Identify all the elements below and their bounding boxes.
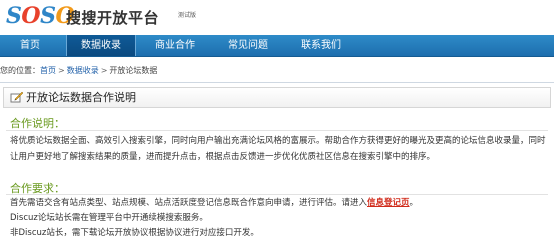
cooperation-description: 将优质论坛数据全面、高效引入搜索引擎，同时向用户输出充满论坛风格的富展示。帮助合…	[10, 136, 546, 162]
nav-home[interactable]: 首页	[0, 35, 60, 56]
page-title-box: 开放论坛数据合作说明	[3, 87, 551, 108]
breadcrumb-separator: >	[58, 66, 65, 75]
nav-data-inclusion[interactable]: 数据收录	[66, 35, 136, 56]
requirement-item: Discuz论坛站长需在管理平台中开通续模搜索服务。	[10, 213, 208, 223]
divider	[6, 194, 548, 195]
requirements-list: 首先需语交含有站点类型、站点规模、站点活跃度登记信息既合作意向申请，进行评估。请…	[10, 196, 548, 241]
soso-logo[interactable]: SOSO	[6, 3, 75, 29]
divider	[6, 130, 548, 131]
requirement-text-end: 。	[409, 198, 419, 208]
logo-letter: S	[6, 3, 22, 29]
registration-page-link[interactable]: 信息登记页	[367, 198, 410, 208]
section-title-cooperation: 合作说明：	[10, 117, 65, 130]
logo-letter: O	[21, 3, 41, 29]
beta-badge: 测试版	[178, 12, 197, 19]
breadcrumb-prefix: 您的位置：	[0, 66, 40, 75]
edit-icon	[10, 91, 24, 103]
nav-faq[interactable]: 常见问题	[214, 35, 282, 56]
main-nav: 首页 数据收录 商业合作 常见问题 联系我们	[0, 35, 554, 57]
breadcrumb: 您的位置：首页 > 数据收录 > 开放论坛数据	[0, 62, 554, 80]
nav-contact[interactable]: 联系我们	[286, 35, 356, 56]
requirement-item: 首先需语交含有站点类型、站点规模、站点活跃度登记信息既合作意向申请，进行评估。请…	[10, 196, 548, 211]
breadcrumb-home-link[interactable]: 首页	[40, 66, 56, 75]
page-title: 开放论坛数据合作说明	[26, 91, 136, 104]
requirement-item: 非Discuz站长，需下载论坛开放协议根据协议进行对应接口开发。	[10, 228, 259, 238]
nav-business[interactable]: 商业合作	[140, 35, 210, 56]
divider	[0, 82, 554, 83]
brand-title: 搜搜开放平台	[66, 9, 160, 27]
header: SOSO 搜搜开放平台 测试版	[0, 0, 554, 35]
logo-letter: S	[40, 3, 56, 29]
breadcrumb-current: 开放论坛数据	[109, 66, 158, 75]
requirement-text: 首先需语交含有站点类型、站点规模、站点活跃度登记信息既合作意向申请，进行评估。请…	[10, 198, 368, 208]
breadcrumb-separator: >	[100, 66, 108, 75]
breadcrumb-data-link[interactable]: 数据收录	[67, 66, 99, 75]
